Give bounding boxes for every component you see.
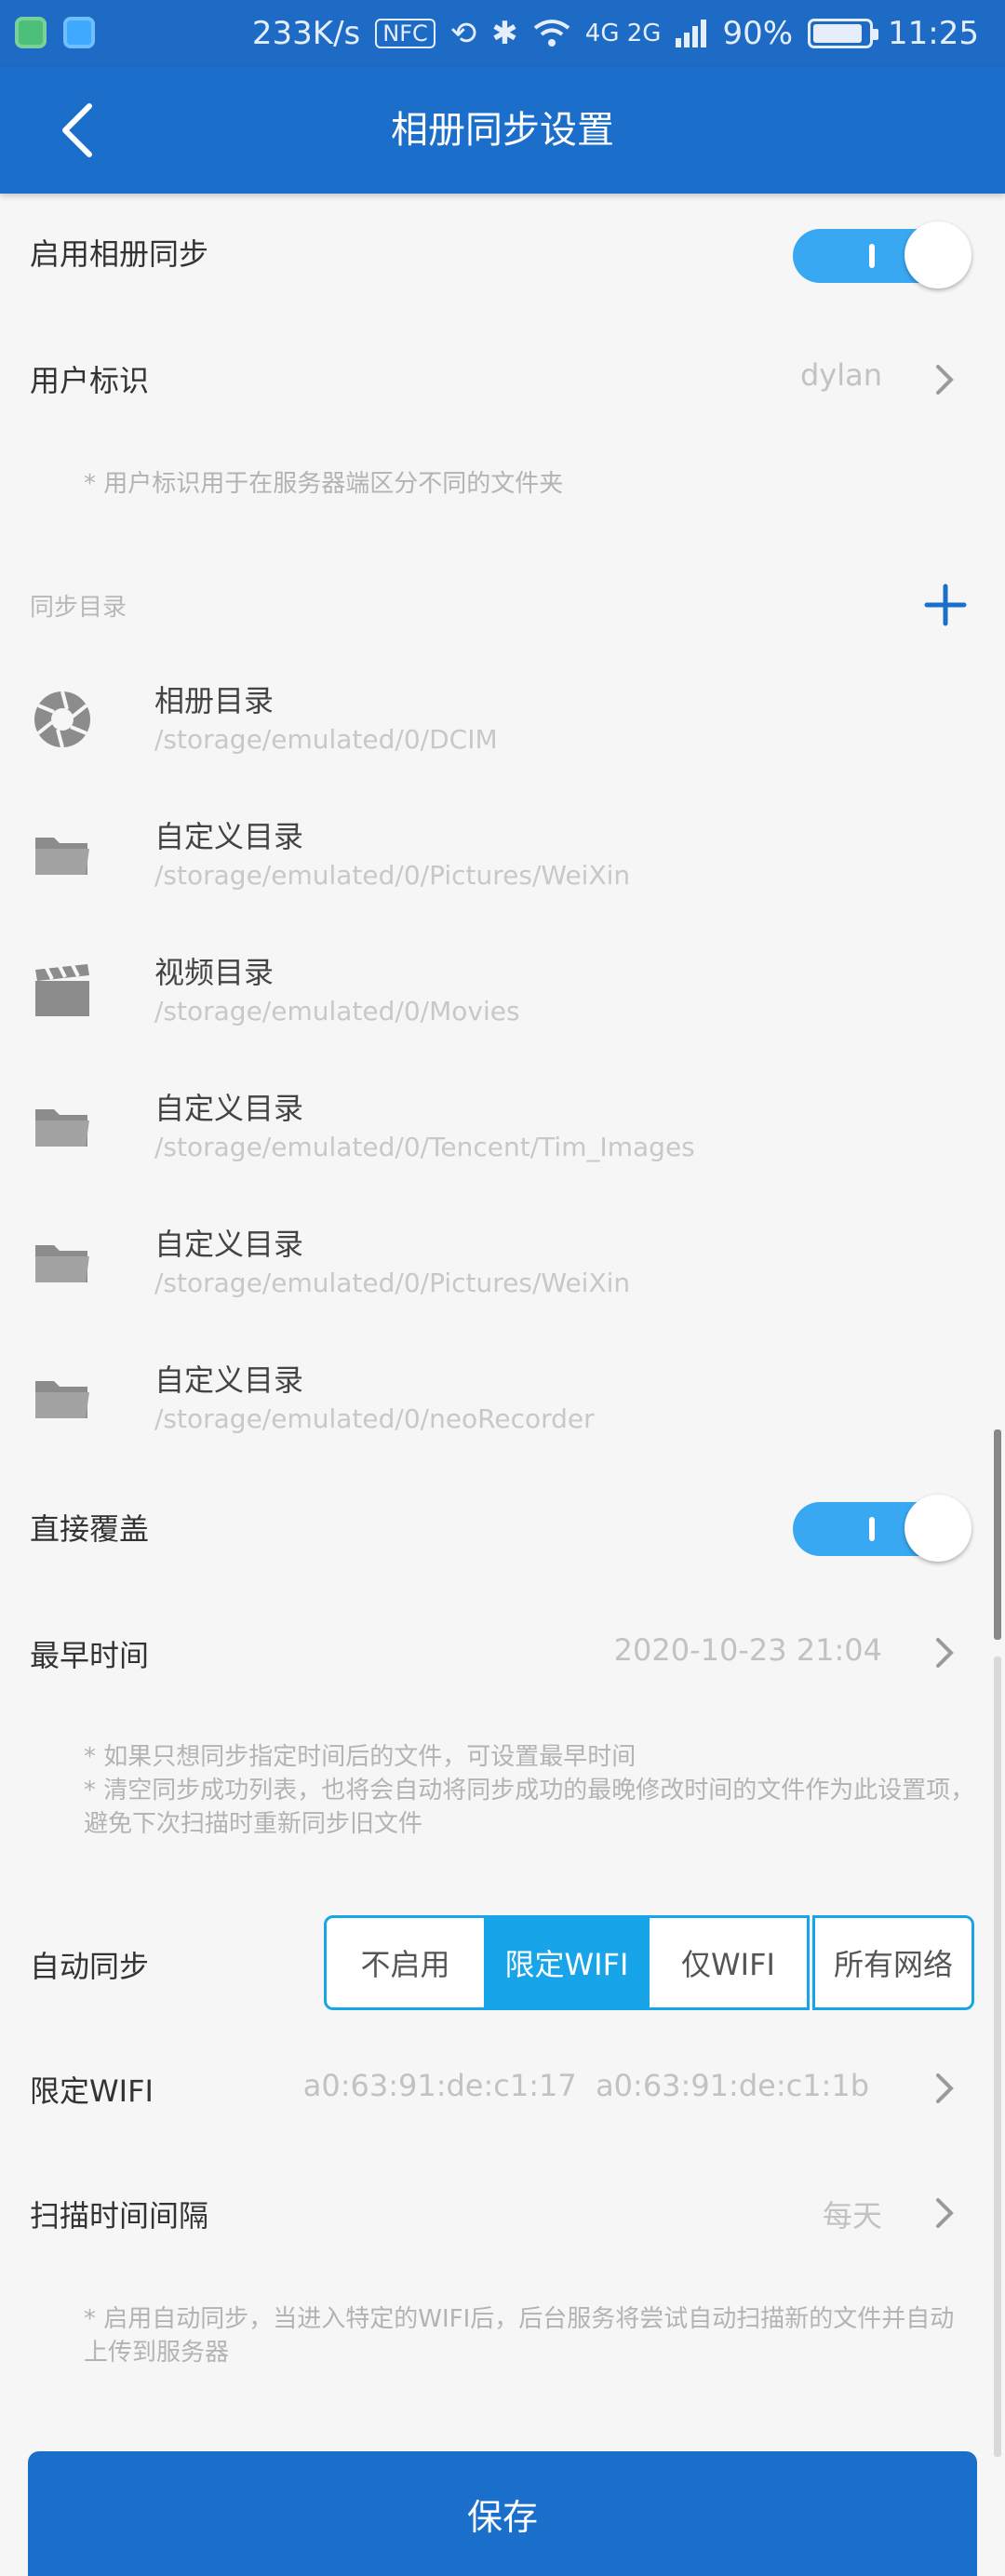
app-notification-icon — [15, 17, 47, 48]
earliest-time-note-2: * 清空同步成功列表，也将会自动将同步成功的最晚修改时间的文件作为此设置项，避免… — [84, 1777, 975, 1838]
sync-dir-path: /storage/emulated/0/Tencent/Tim_Images — [154, 1132, 695, 1162]
wifi-icon — [533, 20, 570, 47]
sync-dir-name: 自定义目录 — [154, 1362, 304, 1398]
enable-sync-label: 启用相册同步 — [30, 236, 209, 272]
sync-dir-path: /storage/emulated/0/neoRecorder — [154, 1403, 595, 1434]
earliest-time-note-1: * 如果只想同步指定时间后的文件，可设置最早时间 — [84, 1743, 636, 1771]
earliest-time-label: 最早时间 — [30, 1638, 150, 1673]
network-type: 4G 2G — [584, 20, 662, 47]
chevron-right-icon[interactable] — [931, 357, 958, 402]
signal-icon — [676, 20, 707, 47]
toggle-knob — [904, 221, 972, 288]
limited-wifi-label: 限定WIFI — [30, 2073, 154, 2109]
sync-dir-path: /storage/emulated/0/Movies — [154, 996, 520, 1026]
sync-dir-path: /storage/emulated/0/Pictures/WeiXin — [154, 1268, 631, 1298]
toggle-on-mark — [869, 244, 875, 268]
sync-dir-name: 自定义目录 — [154, 819, 304, 854]
app-notification-icon — [63, 17, 95, 48]
sync-dir-name: 相册目录 — [154, 683, 275, 718]
scan-interval-note: * 启用自动同步，当进入特定的WIFI后，后台服务将尝试自动扫描新的文件并自动上… — [84, 2305, 955, 2367]
battery-percent: 90% — [722, 15, 794, 52]
sync-dir-path: /storage/emulated/0/DCIM — [154, 724, 498, 755]
auto-sync-option-wifi-only[interactable]: 仅WIFI — [647, 1915, 810, 2010]
sync-dirs-label: 同步目录 — [30, 594, 127, 622]
battery-icon — [808, 19, 879, 48]
chevron-right-icon[interactable] — [931, 2066, 958, 2111]
clock: 11:25 — [888, 15, 979, 52]
bluetooth-icon: ✱ — [491, 15, 518, 52]
limited-wifi-value[interactable]: a0:63:91:de:c1:17 a0:63:91:de:c1:1b — [303, 2068, 869, 2103]
scrollbar-thumb[interactable] — [994, 1429, 1001, 1640]
save-button[interactable]: 保存 — [28, 2451, 977, 2576]
battery-level — [813, 24, 863, 43]
chevron-right-icon[interactable] — [931, 1630, 958, 1675]
film-clapper-icon — [32, 960, 93, 1022]
folder-icon — [32, 1096, 93, 1158]
user-id-label: 用户标识 — [30, 363, 150, 398]
folder-icon — [32, 1368, 93, 1429]
folder-icon — [32, 825, 93, 886]
status-indicators: 233K/s NFC ⟲ ✱ 4G 2G 90% 11:25 — [252, 13, 979, 54]
earliest-time-value[interactable]: 2020-10-23 21:04 — [614, 1632, 882, 1668]
scrollbar-track — [994, 1657, 1001, 2457]
folder-icon — [32, 1232, 93, 1294]
auto-sync-label: 自动同步 — [30, 1949, 150, 1984]
status-bar: 233K/s NFC ⟲ ✱ 4G 2G 90% 11:25 — [0, 0, 1005, 67]
overwrite-toggle[interactable] — [793, 1495, 972, 1562]
title-bar: 相册同步设置 — [0, 67, 1005, 194]
auto-sync-option-limited-wifi[interactable]: 限定WIFI — [484, 1915, 650, 2010]
sync-dir-path: /storage/emulated/0/Pictures/WeiXin — [154, 860, 631, 891]
sync-dir-name: 自定义目录 — [154, 1227, 304, 1262]
notification-icons — [15, 17, 95, 50]
camera-aperture-icon — [32, 689, 93, 750]
overwrite-label: 直接覆盖 — [30, 1511, 150, 1547]
auto-sync-option-disabled[interactable]: 不启用 — [324, 1915, 487, 2010]
auto-sync-option-all-networks[interactable]: 所有网络 — [812, 1915, 974, 2010]
sync-dir-name: 自定义目录 — [154, 1091, 304, 1126]
chevron-right-icon[interactable] — [931, 2191, 958, 2235]
toggle-on-mark — [869, 1517, 875, 1541]
toggle-knob — [904, 1495, 972, 1562]
sync-dir-name: 视频目录 — [154, 955, 275, 990]
add-icon[interactable] — [923, 583, 968, 627]
rotate-icon: ⟲ — [449, 15, 477, 52]
user-id-note: * 用户标识用于在服务器端区分不同的文件夹 — [84, 470, 564, 498]
page-title: 相册同步设置 — [391, 109, 614, 152]
user-id-value[interactable]: dylan — [800, 357, 882, 393]
enable-sync-toggle[interactable] — [793, 221, 972, 288]
network-speed: 233K/s — [251, 15, 361, 52]
auto-sync-segmented-control: 不启用 限定WIFI 仅WIFI 所有网络 — [324, 1915, 977, 2010]
scan-interval-label: 扫描时间间隔 — [30, 2198, 209, 2234]
nfc-icon: NFC — [375, 19, 436, 48]
scan-interval-value[interactable]: 每天 — [823, 2193, 882, 2235]
